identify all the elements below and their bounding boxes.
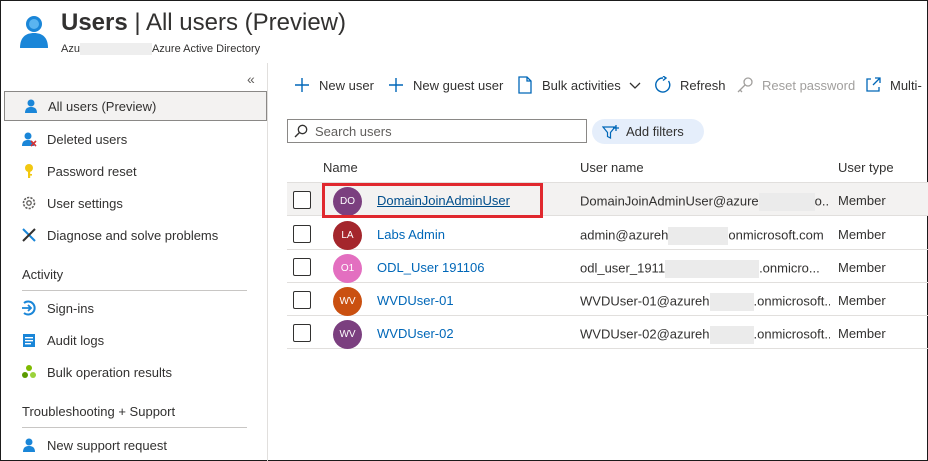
audit-log-icon (20, 331, 38, 349)
user-type: Member (838, 260, 886, 275)
user-type: Member (838, 293, 886, 308)
page-title: Users | All users (Preview) (61, 9, 347, 36)
user-type: Member (838, 193, 886, 208)
multi-factor-button[interactable]: Multi- (864, 73, 922, 97)
bulk-results-icon (20, 363, 38, 381)
gear-icon (20, 194, 38, 212)
bulk-activities-button[interactable]: Bulk activities (516, 73, 641, 97)
avatar: WV (333, 320, 362, 349)
document-icon (516, 76, 534, 94)
sidebar-item-label: Password reset (47, 163, 137, 179)
plus-icon (387, 76, 405, 94)
avatar: LA (333, 221, 362, 250)
sidebar-item-label: All users (Preview) (48, 98, 157, 114)
page-header: Users | All users (Preview) Azu Azure Act… (1, 1, 927, 63)
user-type: Member (838, 326, 886, 341)
chevron-down-icon (629, 78, 641, 93)
section-header-support: Troubleshooting + Support (22, 404, 176, 419)
add-filters-button[interactable]: Add filters (592, 119, 704, 144)
search-box[interactable] (287, 119, 587, 143)
row-checkbox[interactable] (293, 191, 311, 209)
sidebar-item-label: New support request (47, 437, 167, 453)
sidebar-item-label: Diagnose and solve problems (47, 227, 219, 243)
page-subtitle: Azu Azure Active Directory (61, 43, 261, 56)
row-checkbox[interactable] (293, 258, 311, 276)
sidebar-item-password-reset[interactable]: Password reset (2, 156, 268, 186)
search-input[interactable] (315, 123, 575, 139)
column-header-user-type[interactable]: User type (838, 160, 894, 175)
user-principal-name: WVDUser-02@azureh .onmicrosoft... (580, 326, 830, 344)
command-bar: New user New guest user Bulk activities … (269, 65, 928, 105)
user-principal-name: admin@azureh onmicrosoft.com (580, 227, 830, 245)
sidebar-item-audit-logs[interactable]: Audit logs (2, 325, 268, 355)
support-request-icon (20, 436, 38, 454)
sign-in-icon (20, 299, 38, 317)
users-icon (20, 16, 48, 48)
sidebar-item-deleted-users[interactable]: Deleted users (2, 124, 268, 154)
sidebar-item-user-settings[interactable]: User settings (2, 188, 268, 218)
row-checkbox[interactable] (293, 324, 311, 342)
sidebar-item-all-users[interactable]: All users (Preview) (4, 91, 267, 121)
avatar: WV (333, 287, 362, 316)
row-checkbox[interactable] (293, 291, 311, 309)
user-name-link[interactable]: WVDUser-02 (377, 326, 454, 341)
table-row[interactable]: O1 ODL_User 191106 odl_user_1911 .onmicro… (287, 250, 928, 283)
sidebar-item-sign-ins[interactable]: Sign-ins (2, 293, 268, 323)
highlight-box (322, 183, 543, 218)
refresh-icon (654, 76, 672, 94)
sidebar-item-label: Deleted users (47, 131, 128, 147)
row-checkbox[interactable] (293, 225, 311, 243)
column-header-user-name[interactable]: User name (580, 160, 644, 175)
refresh-button[interactable]: Refresh (654, 73, 726, 97)
table-row[interactable]: WV WVDUser-02 WVDUser-02@azureh .onmicros… (287, 316, 928, 349)
divider (22, 290, 247, 291)
new-guest-user-button[interactable]: New guest user (387, 73, 503, 97)
collapse-sidebar-button[interactable]: « (247, 71, 255, 87)
column-header-name[interactable]: Name (323, 160, 358, 175)
sidebar-item-label: Audit logs (47, 332, 105, 348)
new-user-button[interactable]: New user (293, 73, 374, 97)
sidebar-item-label: User settings (47, 195, 123, 211)
sidebar-item-label: Sign-ins (47, 300, 94, 316)
user-principal-name: odl_user_1911 .onmicro... (580, 260, 830, 278)
key-icon (20, 162, 38, 180)
key-icon (736, 76, 754, 94)
user-type: Member (838, 227, 886, 242)
user-name-link[interactable]: Labs Admin (377, 227, 445, 242)
divider (22, 427, 247, 428)
wrench-icon (20, 226, 38, 244)
add-filter-icon (602, 123, 620, 141)
user-principal-name: DomainJoinAdminUser@azureo... (580, 193, 830, 211)
table-row[interactable]: WV WVDUser-01 WVDUser-01@azureh .onmicros… (287, 283, 928, 316)
user-icon (22, 97, 40, 115)
deleted-user-icon (20, 130, 38, 148)
user-name-link[interactable]: ODL_User 191106 (377, 260, 484, 275)
user-principal-name: WVDUser-01@azureh .onmicrosoft... (580, 293, 830, 311)
table-row[interactable]: LA Labs Admin admin@azureh onmicrosoft.co… (287, 217, 928, 250)
sidebar: « All users (Preview) Deleted users Pass… (2, 63, 268, 461)
reset-password-button[interactable]: Reset password (736, 73, 855, 97)
sidebar-item-new-support-request[interactable]: New support request (2, 430, 268, 460)
search-icon (291, 121, 311, 141)
sidebar-item-bulk-operation-results[interactable]: Bulk operation results (2, 357, 268, 387)
user-name-link[interactable]: WVDUser-01 (377, 293, 454, 308)
sidebar-item-diagnose[interactable]: Diagnose and solve problems (2, 220, 268, 250)
external-link-icon (864, 76, 882, 94)
plus-icon (293, 76, 311, 94)
sidebar-item-label: Bulk operation results (47, 364, 173, 380)
section-header-activity: Activity (22, 267, 64, 282)
avatar: O1 (333, 254, 362, 283)
